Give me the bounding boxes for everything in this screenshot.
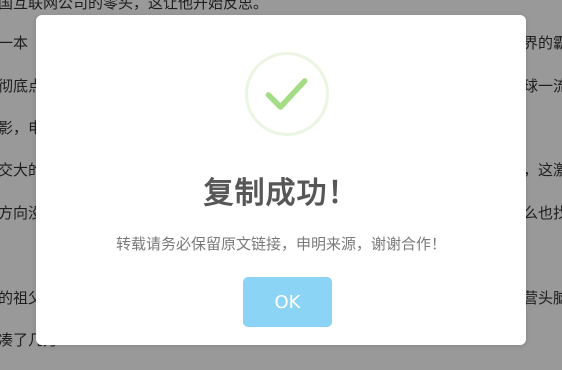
success-check-icon [245, 52, 329, 136]
dialog-message: 转载请务必保留原文链接，申明来源，谢谢合作！ [115, 235, 446, 253]
dialog-title: 复制成功！ [203, 176, 359, 211]
ok-button[interactable]: OK [243, 277, 332, 327]
success-dialog: 复制成功！ 转载请务必保留原文链接，申明来源，谢谢合作！ OK [36, 15, 526, 345]
